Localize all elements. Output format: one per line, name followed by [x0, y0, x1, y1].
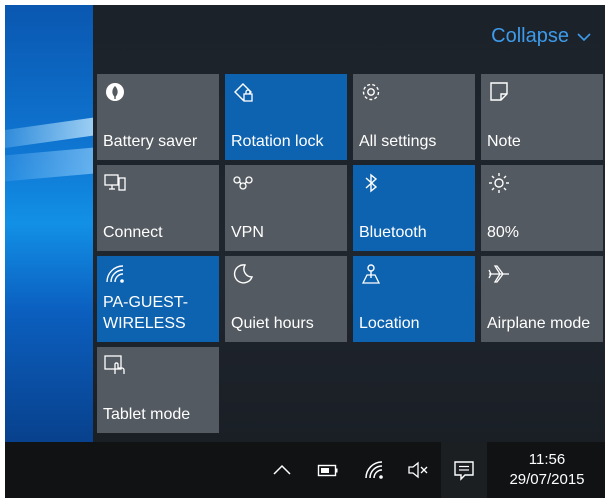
quick-action-tile[interactable]: Battery saver [97, 74, 219, 160]
desktop-wallpaper [5, 5, 93, 442]
quick-action-tile[interactable]: Tablet mode [97, 347, 219, 433]
gear-icon [362, 83, 380, 101]
wifi-icon[interactable] [363, 459, 385, 481]
quick-action-label: Bluetooth [359, 224, 427, 241]
collapse-label: Collapse [491, 25, 569, 47]
volume-muted-icon[interactable] [407, 459, 429, 481]
quick-action-tile[interactable]: Bluetooth [353, 165, 475, 251]
quick-action-tile[interactable]: Connect [97, 165, 219, 251]
quick-action-label: 80% [487, 224, 520, 241]
location-icon [361, 264, 381, 284]
quick-action-label: Location [359, 315, 420, 332]
quick-actions-grid: Battery saver Rotation lock All settings No… [97, 74, 603, 433]
battery-saver-icon [106, 83, 124, 101]
wifi-icon [106, 265, 124, 283]
rotation-lock-icon [234, 83, 253, 102]
quick-action-label: Airplane mode [487, 315, 591, 332]
battery-icon[interactable] [317, 459, 339, 481]
tablet-mode-icon [104, 355, 125, 374]
quick-action-tile[interactable]: 80% [481, 165, 603, 251]
chevron-down-icon [577, 32, 591, 41]
quick-action-label: Tablet mode [103, 406, 191, 423]
action-center-icon [454, 461, 474, 481]
quick-action-tile[interactable]: Note [481, 74, 603, 160]
note-icon [490, 82, 508, 101]
taskbar-clock[interactable]: 11:56 29/07/2015 [497, 450, 597, 490]
chevron-up-icon[interactable] [271, 459, 293, 481]
quick-action-tile[interactable]: Quiet hours [225, 256, 347, 342]
quick-action-tile[interactable]: All settings [353, 74, 475, 160]
quick-action-tile[interactable]: Airplane mode [481, 256, 603, 342]
quick-action-label: PA-GUEST- WIRELESS [103, 294, 189, 332]
quick-action-tile[interactable]: Rotation lock [225, 74, 347, 160]
quick-action-tile[interactable]: VPN [225, 165, 347, 251]
quick-action-label: Rotation lock [231, 133, 324, 150]
quick-action-tile[interactable]: Location [353, 256, 475, 342]
action-center-button[interactable] [441, 442, 487, 498]
vpn-icon [233, 176, 253, 190]
quick-action-tile[interactable]: PA-GUEST- WIRELESS [97, 256, 219, 342]
quick-action-label: Quiet hours [231, 315, 314, 332]
quick-action-label: VPN [231, 224, 264, 241]
moon-icon [233, 264, 254, 284]
taskbar: 11:56 29/07/2015 [5, 442, 605, 498]
bluetooth-icon [365, 173, 378, 193]
wallpaper-light-beam [5, 114, 93, 150]
clock-date: 29/07/2015 [509, 471, 585, 488]
quick-action-label: All settings [359, 133, 437, 150]
action-center-panel: Collapse Battery saver Rotation lock All s… [93, 5, 605, 442]
quick-action-label: Note [487, 133, 521, 150]
connect-icon [104, 174, 126, 191]
quick-action-label: Connect [103, 224, 163, 241]
quick-action-label: Battery saver [103, 133, 198, 150]
airplane-icon [488, 265, 509, 283]
clock-time: 11:56 [528, 451, 566, 468]
screen: Collapse Battery saver Rotation lock All s… [5, 5, 605, 498]
collapse-button[interactable]: Collapse [491, 25, 591, 48]
brightness-icon [489, 173, 509, 193]
wallpaper-light-beam [5, 145, 93, 183]
